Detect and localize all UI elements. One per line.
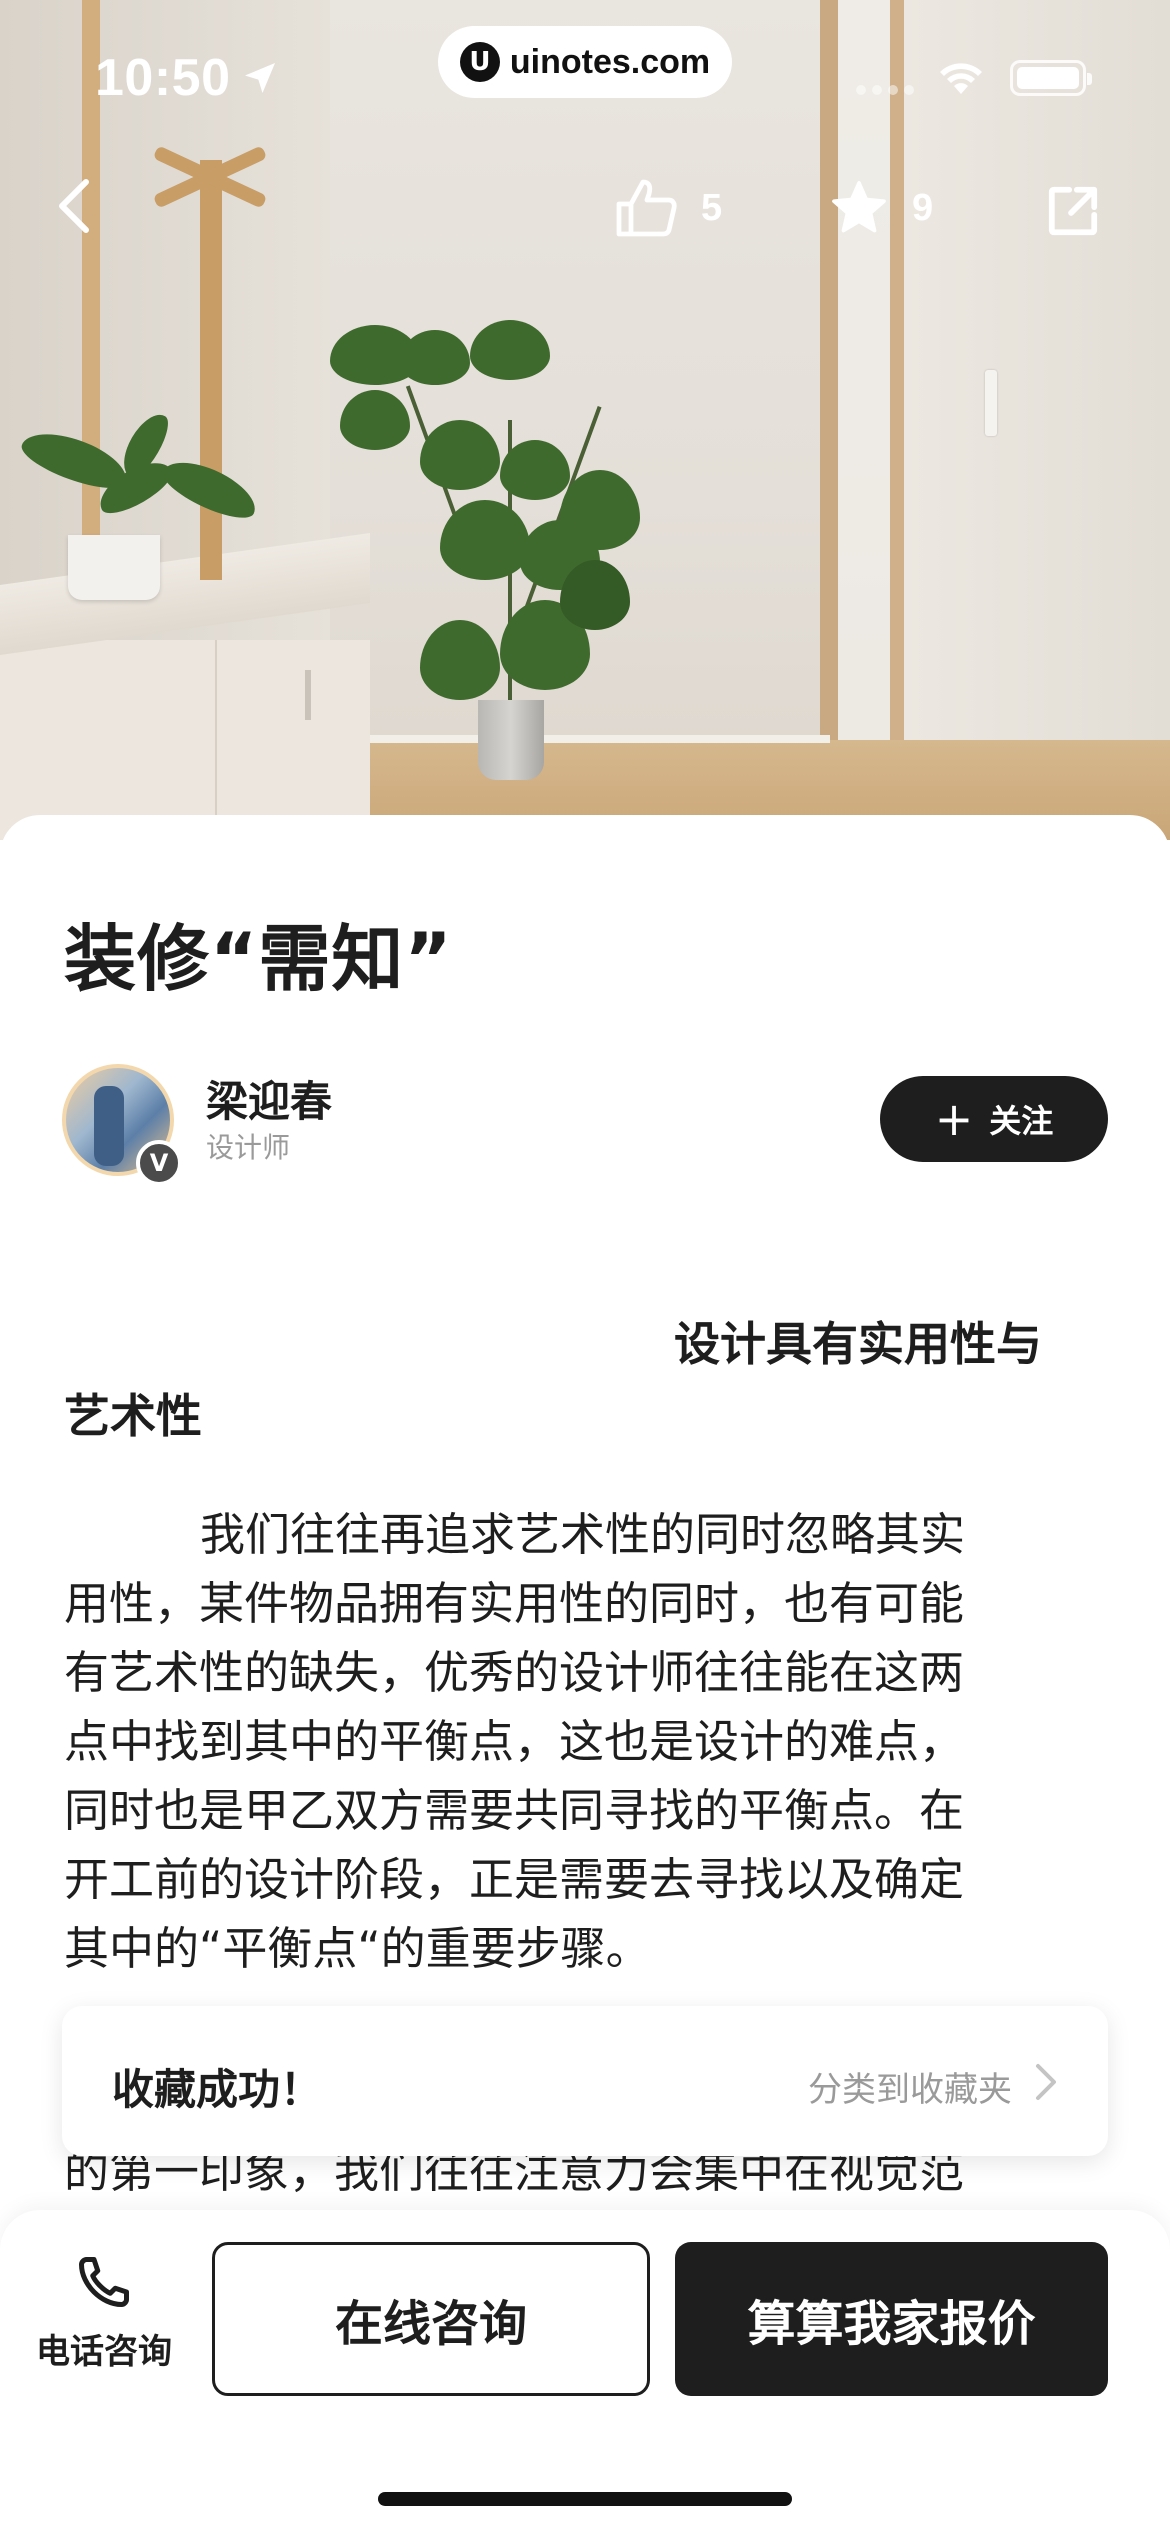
paragraph-line: 开工前的设计阶段，正是需要去寻找以及确定: [64, 1853, 965, 1906]
author-name[interactable]: 梁迎春: [206, 1068, 332, 1129]
paragraph-line: 有艺术性的缺失，优秀的设计师往往能在这两: [64, 1646, 965, 1699]
paragraph-line: 用性，某件物品拥有实用性的同时，也有可能: [64, 1577, 965, 1630]
site-logo-icon: U: [459, 42, 500, 82]
location-arrow-icon: [245, 63, 275, 93]
favorite-button[interactable]: 9: [828, 178, 933, 238]
back-chevron-icon[interactable]: [52, 176, 96, 236]
thumbs-up-icon: [616, 179, 677, 237]
toast-action-link[interactable]: 分类到收藏夹: [808, 2062, 1012, 2111]
paragraph-line: 我们往往再追求艺术性的同时忽略其实: [200, 1508, 966, 1561]
article-paragraph: 我们往往再追求艺术性的同时忽略其实 用性，某件物品拥有实用性的同时，也有可能 有…: [64, 1500, 1104, 1983]
favorite-count: 9: [912, 186, 934, 229]
phone-icon: [79, 2257, 129, 2307]
status-bar: 10:50 U uinotes.com: [0, 0, 1170, 150]
phone-consult-label: 电话咨询: [36, 2332, 172, 2372]
chevron-right-icon[interactable]: [1034, 2062, 1058, 2102]
paragraph-line: 点中找到其中的平衡点，这也是设计的难点，: [64, 1715, 965, 1768]
follow-button[interactable]: + 关注: [880, 1076, 1108, 1162]
signal-dots-icon: [856, 85, 914, 95]
section-heading-line-2: 艺术性: [64, 1389, 202, 1443]
toast-message: 收藏成功！: [112, 2065, 323, 2114]
online-consult-button[interactable]: 在线咨询: [212, 2242, 650, 2396]
like-button[interactable]: 5: [615, 178, 722, 238]
battery-icon: [1010, 60, 1092, 96]
price-quote-button[interactable]: 算算我家报价: [675, 2242, 1108, 2396]
phone-consult-button[interactable]: 电话咨询: [24, 2252, 184, 2392]
follow-label: 关注: [989, 1102, 1054, 1140]
paragraph-line: 其中的“平衡点“的重要步骤。: [64, 1922, 651, 1975]
verified-badge-icon: V: [136, 1140, 182, 1186]
plus-icon: +: [934, 1092, 974, 1146]
site-url: uinotes.com: [509, 42, 711, 81]
status-time: 10:50: [95, 49, 231, 107]
star-icon: [832, 181, 886, 233]
section-heading-line-1: 设计具有实用性与: [674, 1317, 1042, 1371]
author-role: 设计师: [206, 1131, 291, 1164]
wifi-icon: [940, 63, 982, 94]
favorite-toast: 收藏成功！ 分类到收藏夹: [62, 2006, 1108, 2156]
paragraph-line: 同时也是甲乙双方需要共同寻找的平衡点。在: [64, 1784, 965, 1837]
share-icon[interactable]: [1046, 184, 1100, 238]
article-title: 装修“需知”: [64, 917, 453, 1001]
home-indicator[interactable]: [378, 2492, 792, 2506]
url-pill: U uinotes.com: [438, 26, 732, 98]
like-count: 5: [701, 186, 723, 229]
